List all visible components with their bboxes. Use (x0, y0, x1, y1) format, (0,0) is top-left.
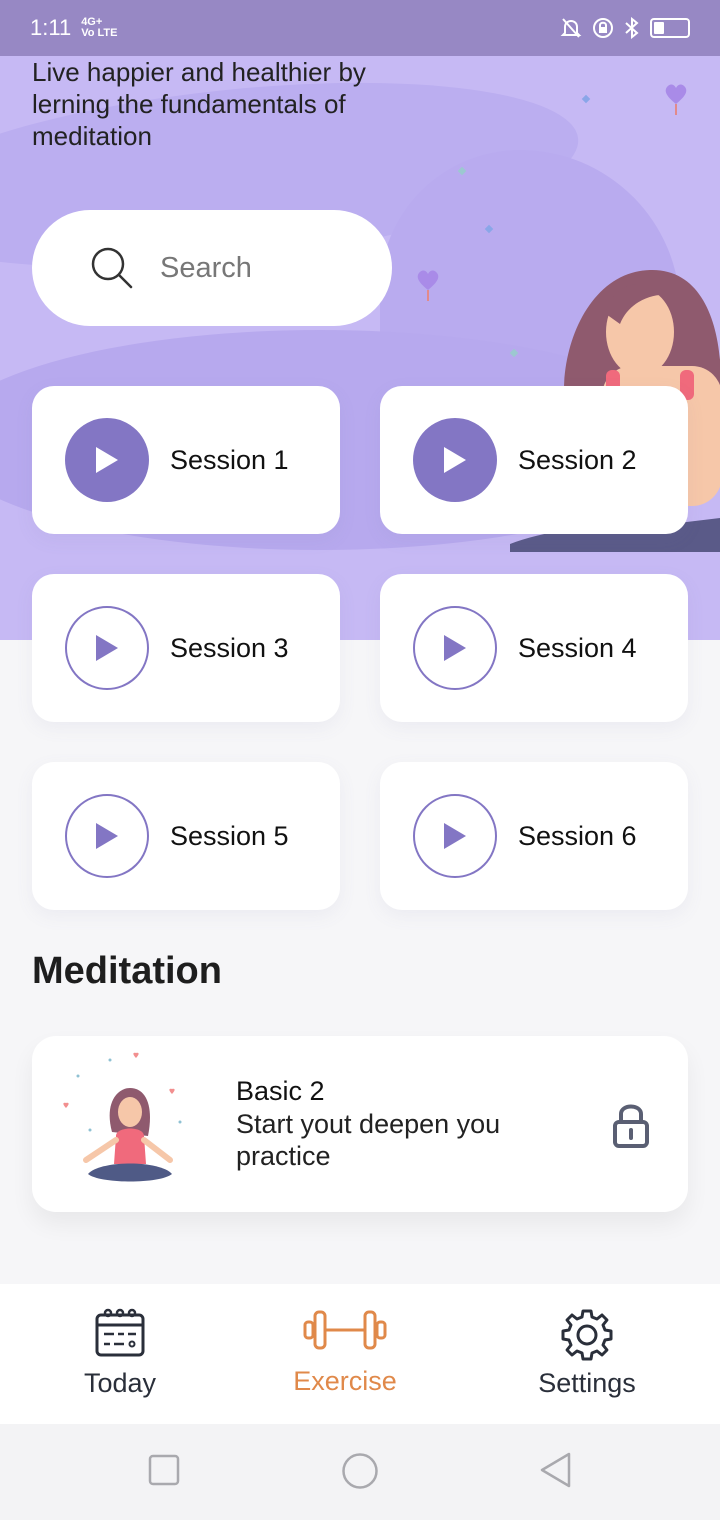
tab-settings[interactable]: Settings (467, 1284, 707, 1424)
bottom-tab-bar: Today Exercise Settings (0, 1284, 720, 1424)
card-title: Basic 2 (236, 1076, 325, 1106)
heart-icon (417, 270, 439, 301)
status-time: 1:11 (30, 15, 72, 40)
rotation-lock-icon (593, 18, 613, 38)
page-tagline: Live happier and healthier by lerning th… (32, 57, 366, 151)
dumbbell-icon (303, 1310, 387, 1350)
session-card-5[interactable]: Session 5 (32, 762, 340, 910)
play-button[interactable] (413, 606, 497, 690)
session-card-6[interactable]: Session 6 (380, 762, 688, 910)
battery-icon (650, 18, 690, 38)
calendar-icon (95, 1308, 145, 1357)
play-button[interactable] (65, 794, 149, 878)
back-button[interactable] (538, 1451, 572, 1489)
meditation-card[interactable]: Basic 2 Start yout deepen you practice (32, 1036, 688, 1212)
card-description: Start yout deepen you practice (236, 1109, 501, 1171)
play-button[interactable] (413, 794, 497, 878)
mute-bell-icon (560, 18, 582, 38)
play-button[interactable] (65, 418, 149, 502)
tab-today[interactable]: Today (0, 1284, 240, 1424)
session-label: Session 3 (170, 632, 289, 663)
gear-icon (561, 1309, 613, 1361)
section-title: Meditation (32, 950, 222, 992)
search-placeholder[interactable]: Search (160, 252, 252, 285)
play-icon (96, 823, 118, 849)
session-label: Session 2 (518, 444, 637, 475)
play-icon (444, 447, 466, 473)
play-icon (444, 635, 466, 661)
play-icon (96, 447, 118, 473)
session-card-1[interactable]: Session 1 (32, 386, 340, 534)
home-button[interactable] (341, 1452, 379, 1490)
session-label: Session 1 (170, 444, 289, 475)
session-card-2[interactable]: Session 2 (380, 386, 688, 534)
tab-label: Today (83, 1368, 157, 1398)
session-label: Session 6 (518, 820, 637, 851)
status-bar: 1:11 4G+ Vo LTE (0, 0, 720, 56)
tab-exercise[interactable]: Exercise (225, 1284, 465, 1424)
heart-icon (665, 84, 687, 115)
bluetooth-icon (625, 17, 639, 39)
session-card-3[interactable]: Session 3 (32, 574, 340, 722)
search-bar[interactable]: Search (32, 210, 392, 326)
recent-apps-button[interactable] (148, 1454, 180, 1486)
meditation-illustration (63, 1052, 182, 1182)
volte-indicator: Vo LTE (81, 27, 118, 39)
system-navigation-bar (0, 1424, 720, 1520)
play-icon (96, 635, 118, 661)
network-indicator: 4G+ Vo LTE (81, 17, 117, 39)
play-button[interactable] (65, 606, 149, 690)
session-label: Session 5 (170, 820, 289, 851)
lock-icon[interactable] (610, 1100, 652, 1150)
play-button[interactable] (413, 418, 497, 502)
session-card-4[interactable]: Session 4 (380, 574, 688, 722)
session-label: Session 4 (518, 632, 637, 663)
tab-label: Exercise (293, 1366, 397, 1396)
play-icon (444, 823, 466, 849)
tab-label: Settings (538, 1368, 636, 1398)
sparkle-icon (581, 94, 591, 104)
search-icon (91, 247, 133, 289)
